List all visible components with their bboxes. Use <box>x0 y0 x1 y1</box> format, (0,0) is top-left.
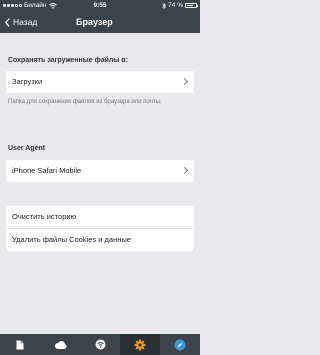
back-button[interactable]: Назад <box>5 11 37 33</box>
tab-documents[interactable] <box>0 334 40 355</box>
tab-settings[interactable] <box>120 334 160 355</box>
page-title: Браузер <box>76 17 113 27</box>
back-label: Назад <box>13 17 38 27</box>
battery-percent: 74 % <box>168 2 183 9</box>
tab-browser[interactable] <box>160 334 200 355</box>
downloads-folder-label: Загрузки <box>12 77 43 86</box>
downloads-header: Сохранять загруженные файлы в: <box>8 57 128 64</box>
cloud-icon <box>54 340 66 349</box>
bluetooth-icon <box>162 2 167 9</box>
tab-cloud[interactable] <box>40 334 80 355</box>
delete-cookies-label: Удалить файлы Cookies и данные <box>12 235 131 244</box>
chevron-left-icon <box>5 17 10 27</box>
tab-wifi[interactable] <box>80 334 120 355</box>
document-icon <box>16 340 24 349</box>
downloads-folder-row[interactable]: Загрузки <box>6 71 194 93</box>
battery-icon <box>185 3 198 8</box>
downloads-note: Папка для сохранения файлов из браузера … <box>8 99 162 105</box>
status-bar: Билайн 9:55 74 % <box>0 0 200 11</box>
actions-group: Очистить историю Удалить файлы Cookies и… <box>6 206 194 251</box>
clear-history-button[interactable]: Очистить историю <box>6 206 194 228</box>
tab-bar <box>0 334 200 355</box>
useragent-group: iPhone Safari Mobile <box>6 160 194 182</box>
clear-history-label: Очистить историю <box>12 212 77 221</box>
useragent-row[interactable]: iPhone Safari Mobile <box>6 160 194 182</box>
delete-cookies-button[interactable]: Удалить файлы Cookies и данные <box>6 228 194 251</box>
nav-bar: Назад Браузер <box>0 11 200 33</box>
screen: Билайн 9:55 74 % Назад Браузер Сохранять… <box>0 0 200 355</box>
gear-icon <box>134 339 146 350</box>
useragent-value: iPhone Safari Mobile <box>12 166 82 175</box>
status-right: 74 % <box>162 0 198 11</box>
compass-icon <box>174 339 186 350</box>
wifi-icon <box>95 339 105 350</box>
chevron-right-icon <box>180 166 189 174</box>
useragent-header: User Agent <box>8 145 46 152</box>
downloads-group: Загрузки <box>6 71 194 93</box>
chevron-right-icon <box>180 77 189 85</box>
